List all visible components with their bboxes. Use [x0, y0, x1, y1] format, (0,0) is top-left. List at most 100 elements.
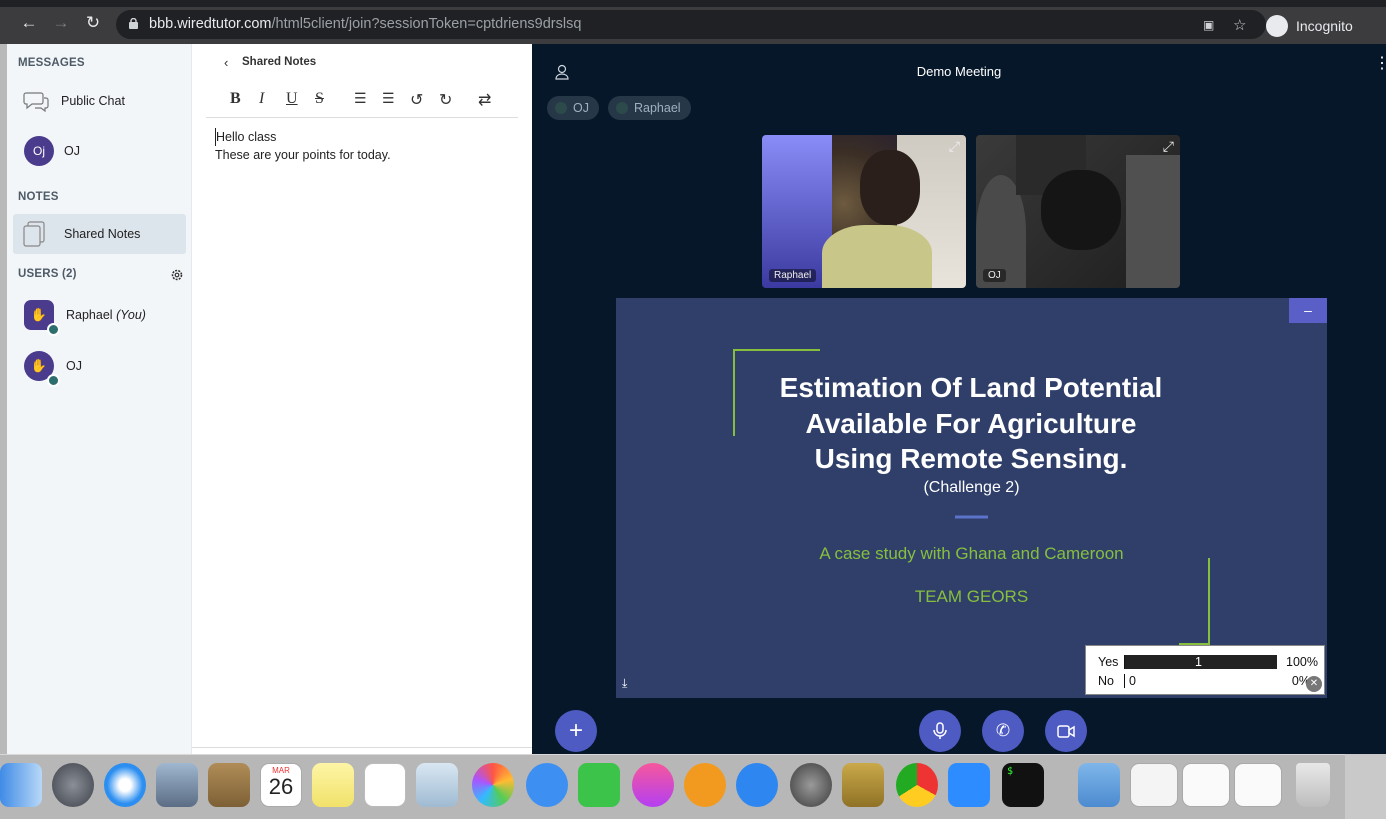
facetime-icon[interactable] — [578, 763, 620, 807]
talking-indicator-oj[interactable]: OJ — [547, 96, 599, 120]
downloads-folder-icon[interactable] — [1078, 763, 1120, 807]
minimize-icon: – — [1304, 302, 1312, 318]
ordered-list-icon[interactable]: ☰ — [354, 90, 367, 107]
mail-icon[interactable] — [156, 763, 198, 807]
fullscreen-icon[interactable]: ⤢ — [1163, 138, 1174, 155]
notes-line: These are your points for today. — [215, 148, 391, 162]
minimize-presentation-button[interactable]: – — [1289, 298, 1327, 323]
slide-case-study: A case study with Ghana and Cameroon — [819, 544, 1124, 563]
meeting-area: Demo Meeting ⋮ OJ Raphael ⤢ Raphael ⤢ OJ — [532, 44, 1386, 754]
notes-editor[interactable]: Hello class These are your points for to… — [215, 128, 391, 164]
terminal-icon[interactable]: $ — [1002, 763, 1044, 807]
video-tile[interactable]: ⤢ OJ — [976, 135, 1180, 288]
shared-notes-panel: ‹ Shared Notes B I U S ☰ ☰ ↺ ↻ ⇄ Hello c… — [192, 44, 532, 754]
back-icon[interactable]: ← — [20, 14, 38, 32]
poll-count: 1 — [1195, 655, 1202, 669]
close-poll-icon[interactable]: ✕ — [1306, 676, 1322, 692]
reload-icon[interactable]: ↻ — [84, 14, 102, 32]
settings-swap-icon[interactable]: ⇄ — [478, 90, 491, 110]
messages-icon[interactable] — [526, 763, 568, 807]
more-options-icon[interactable]: ⋮ — [1374, 56, 1386, 72]
archive-utility-icon[interactable] — [842, 763, 884, 807]
document-stack-icon[interactable] — [1130, 763, 1178, 807]
slide-corner-decoration — [733, 349, 1210, 645]
italic-button[interactable]: I — [259, 90, 264, 108]
user-item-oj[interactable]: ✋ OJ — [13, 346, 186, 387]
actions-button[interactable]: + — [555, 710, 597, 752]
forward-icon[interactable]: → — [52, 14, 70, 32]
chevron-left-icon[interactable]: ‹ — [224, 55, 228, 70]
contacts-icon[interactable] — [208, 763, 250, 807]
video-camera-icon — [1057, 724, 1075, 738]
fullscreen-icon[interactable]: ⤢ — [949, 138, 960, 155]
talking-indicator-raphael[interactable]: Raphael — [608, 96, 691, 120]
poll-percent: 100% — [1286, 655, 1318, 669]
phone-icon: ✆ — [995, 721, 1011, 740]
avatar: ✋ — [24, 351, 60, 387]
books-icon[interactable] — [684, 763, 726, 807]
download-icon[interactable]: ⤓ — [622, 676, 627, 691]
document-stack-icon[interactable] — [1182, 763, 1230, 807]
camera-icon[interactable]: ▣ — [1203, 18, 1214, 32]
leave-audio-button[interactable]: ✆ — [982, 710, 1024, 752]
safari-icon[interactable] — [104, 763, 146, 807]
redo-icon[interactable]: ↻ — [439, 90, 452, 110]
calendar-icon[interactable]: MAR 26 — [260, 763, 302, 807]
undo-icon[interactable]: ↺ — [410, 90, 423, 110]
tab-strip — [0, 0, 1386, 7]
zoom-icon[interactable] — [948, 763, 990, 807]
avatar-initials: Oj — [33, 144, 45, 158]
raised-hand-icon: ✋ — [30, 307, 48, 322]
photos-icon[interactable] — [472, 763, 514, 807]
document-stack-icon[interactable] — [1234, 763, 1282, 807]
user-item-raphael[interactable]: ✋ Raphael (You) — [13, 295, 186, 336]
public-chat-label: Public Chat — [61, 94, 125, 108]
video-tile[interactable]: ⤢ Raphael — [762, 135, 966, 288]
shared-notes-item[interactable]: Shared Notes — [13, 214, 186, 254]
poll-option-label: No — [1098, 674, 1114, 688]
star-icon[interactable]: ☆ — [1233, 16, 1246, 34]
poll-row: Yes 1 100% — [1098, 655, 1318, 671]
underline-button[interactable]: U — [286, 90, 298, 108]
itunes-icon[interactable] — [632, 763, 674, 807]
notes-toolbar: B I U S ☰ ☰ ↺ ↻ ⇄ — [206, 88, 518, 118]
system-preferences-icon[interactable] — [790, 763, 832, 807]
microphone-button[interactable] — [919, 710, 961, 752]
video-label: OJ — [983, 269, 1006, 282]
private-chat-oj[interactable]: Oj OJ — [13, 131, 186, 171]
share-webcam-button[interactable] — [1045, 710, 1087, 752]
trash-icon[interactable] — [1296, 763, 1330, 807]
notes-app-icon[interactable] — [312, 763, 354, 807]
app-store-icon[interactable] — [736, 763, 778, 807]
audio-status-icon — [47, 374, 60, 387]
slide-title-line: Available For Agriculture — [805, 407, 1137, 439]
browser-toolbar: ← → ↻ bbb.wiredtutor.com/html5client/joi… — [0, 0, 1386, 44]
chat-icon — [23, 92, 49, 113]
notes-title[interactable]: Shared Notes — [242, 56, 316, 68]
notes-line: Hello class — [215, 128, 391, 146]
finder-icon[interactable] — [0, 763, 42, 807]
launchpad-icon[interactable] — [52, 763, 94, 807]
poll-results: Yes 1 100% No 0 0% ✕ — [1085, 645, 1325, 695]
meeting-title: Demo Meeting — [916, 64, 1002, 79]
url-text: bbb.wiredtutor.com/html5client/join?sess… — [149, 16, 582, 32]
incognito-indicator[interactable]: Incognito — [1266, 13, 1353, 39]
strikethrough-button[interactable]: S — [315, 90, 324, 108]
poll-bar: 1 — [1124, 655, 1277, 669]
slide-subtitle: (Challenge 2) — [923, 479, 1020, 496]
reminders-icon[interactable] — [364, 763, 406, 807]
chrome-icon[interactable] — [896, 763, 938, 807]
lock-icon — [129, 18, 138, 29]
microphone-icon — [933, 722, 947, 739]
bullet-list-icon[interactable]: ☰ — [382, 90, 395, 107]
user-name: OJ — [66, 359, 82, 373]
address-bar[interactable]: bbb.wiredtutor.com/html5client/join?sess… — [116, 10, 1266, 39]
mic-status-icon — [616, 102, 628, 114]
slide-title-line: Using Remote Sensing. — [814, 443, 1128, 474]
preview-icon[interactable] — [416, 763, 458, 807]
bold-button[interactable]: B — [230, 90, 241, 108]
public-chat-item[interactable]: Public Chat — [13, 81, 186, 121]
gear-icon[interactable] — [170, 268, 184, 282]
calendar-day: 26 — [268, 774, 294, 799]
user-list-panel: MESSAGES Public Chat Oj OJ NOTES Shared … — [7, 44, 192, 754]
